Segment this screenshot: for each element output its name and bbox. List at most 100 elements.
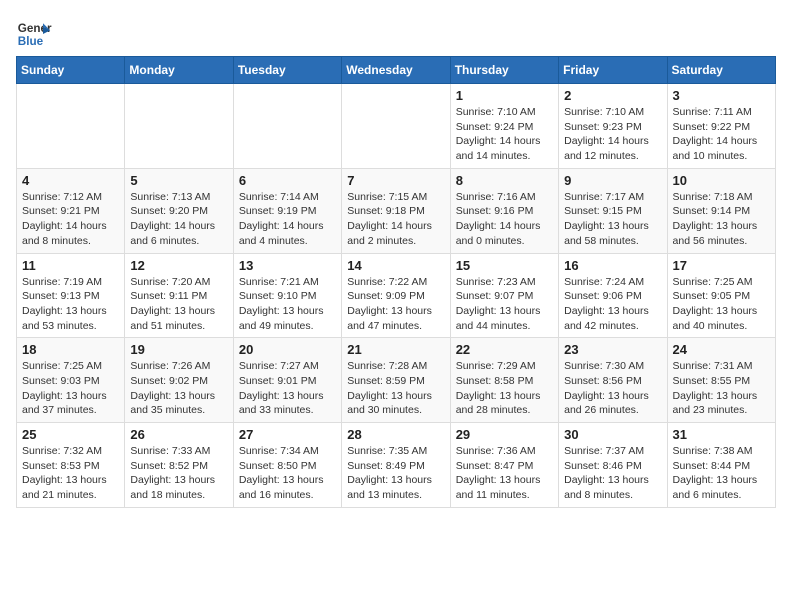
- day-number: 13: [239, 258, 336, 273]
- day-info: Sunrise: 7:34 AM Sunset: 8:50 PM Dayligh…: [239, 444, 336, 503]
- day-number: 26: [130, 427, 227, 442]
- day-number: 17: [673, 258, 770, 273]
- day-info: Sunrise: 7:15 AM Sunset: 9:18 PM Dayligh…: [347, 190, 444, 249]
- day-info: Sunrise: 7:24 AM Sunset: 9:06 PM Dayligh…: [564, 275, 661, 334]
- calendar-cell: 16 Sunrise: 7:24 AM Sunset: 9:06 PM Dayli…: [559, 253, 667, 338]
- calendar-cell: 15 Sunrise: 7:23 AM Sunset: 9:07 PM Dayli…: [450, 253, 558, 338]
- calendar-cell: 11 Sunrise: 7:19 AM Sunset: 9:13 PM Dayli…: [17, 253, 125, 338]
- day-info: Sunrise: 7:18 AM Sunset: 9:14 PM Dayligh…: [673, 190, 770, 249]
- day-number: 9: [564, 173, 661, 188]
- day-info: Sunrise: 7:33 AM Sunset: 8:52 PM Dayligh…: [130, 444, 227, 503]
- calendar-cell: [17, 84, 125, 169]
- day-info: Sunrise: 7:16 AM Sunset: 9:16 PM Dayligh…: [456, 190, 553, 249]
- day-info: Sunrise: 7:37 AM Sunset: 8:46 PM Dayligh…: [564, 444, 661, 503]
- day-info: Sunrise: 7:31 AM Sunset: 8:55 PM Dayligh…: [673, 359, 770, 418]
- day-number: 27: [239, 427, 336, 442]
- column-header-tuesday: Tuesday: [233, 57, 341, 84]
- day-number: 21: [347, 342, 444, 357]
- day-number: 4: [22, 173, 119, 188]
- day-info: Sunrise: 7:28 AM Sunset: 8:59 PM Dayligh…: [347, 359, 444, 418]
- day-number: 29: [456, 427, 553, 442]
- calendar-cell: 29 Sunrise: 7:36 AM Sunset: 8:47 PM Dayli…: [450, 423, 558, 508]
- calendar-cell: 20Sunrise: 7:27 AM Sunset: 9:01 PM Dayli…: [233, 338, 341, 423]
- day-number: 7: [347, 173, 444, 188]
- calendar-cell: 23 Sunrise: 7:30 AM Sunset: 8:56 PM Dayli…: [559, 338, 667, 423]
- calendar-cell: 24 Sunrise: 7:31 AM Sunset: 8:55 PM Dayli…: [667, 338, 775, 423]
- day-number: 15: [456, 258, 553, 273]
- calendar-cell: 2Sunrise: 7:10 AM Sunset: 9:23 PM Daylig…: [559, 84, 667, 169]
- svg-text:Blue: Blue: [18, 35, 44, 48]
- day-number: 18: [22, 342, 119, 357]
- day-number: 1: [456, 88, 553, 103]
- day-number: 23: [564, 342, 661, 357]
- day-number: 12: [130, 258, 227, 273]
- calendar-cell: 10 Sunrise: 7:18 AM Sunset: 9:14 PM Dayli…: [667, 168, 775, 253]
- calendar-cell: 13 Sunrise: 7:21 AM Sunset: 9:10 PM Dayli…: [233, 253, 341, 338]
- calendar-cell: 19 Sunrise: 7:26 AM Sunset: 9:02 PM Dayli…: [125, 338, 233, 423]
- week-row-5: 25 Sunrise: 7:32 AM Sunset: 8:53 PM Dayli…: [17, 423, 776, 508]
- calendar-cell: 27 Sunrise: 7:34 AM Sunset: 8:50 PM Dayli…: [233, 423, 341, 508]
- day-number: 22: [456, 342, 553, 357]
- day-info: Sunrise: 7:23 AM Sunset: 9:07 PM Dayligh…: [456, 275, 553, 334]
- calendar-cell: 14 Sunrise: 7:22 AM Sunset: 9:09 PM Dayli…: [342, 253, 450, 338]
- day-info: Sunrise: 7:19 AM Sunset: 9:13 PM Dayligh…: [22, 275, 119, 334]
- logo: General Blue: [16, 16, 52, 52]
- day-info: Sunrise: 7:14 AM Sunset: 9:19 PM Dayligh…: [239, 190, 336, 249]
- day-number: 10: [673, 173, 770, 188]
- week-row-3: 11 Sunrise: 7:19 AM Sunset: 9:13 PM Dayli…: [17, 253, 776, 338]
- day-info: Sunrise: 7:35 AM Sunset: 8:49 PM Dayligh…: [347, 444, 444, 503]
- calendar-cell: 17 Sunrise: 7:25 AM Sunset: 9:05 PM Dayli…: [667, 253, 775, 338]
- day-info: Sunrise: 7:11 AM Sunset: 9:22 PM Dayligh…: [673, 105, 770, 164]
- day-number: 31: [673, 427, 770, 442]
- day-number: 14: [347, 258, 444, 273]
- day-number: 25: [22, 427, 119, 442]
- day-number: 5: [130, 173, 227, 188]
- week-row-4: 18 Sunrise: 7:25 AM Sunset: 9:03 PM Dayli…: [17, 338, 776, 423]
- day-number: 6: [239, 173, 336, 188]
- week-row-1: 1 Sunrise: 7:10 AM Sunset: 9:24 PM Daylig…: [17, 84, 776, 169]
- day-info: Sunrise: 7:12 AM Sunset: 9:21 PM Dayligh…: [22, 190, 119, 249]
- calendar-cell: 5 Sunrise: 7:13 AM Sunset: 9:20 PM Daylig…: [125, 168, 233, 253]
- day-info: Sunrise: 7:21 AM Sunset: 9:10 PM Dayligh…: [239, 275, 336, 334]
- day-info: Sunrise: 7:10 AM Sunset: 9:24 PM Dayligh…: [456, 105, 553, 164]
- day-number: 8: [456, 173, 553, 188]
- day-info: Sunrise: 7:30 AM Sunset: 8:56 PM Dayligh…: [564, 359, 661, 418]
- calendar-cell: 3Sunrise: 7:11 AM Sunset: 9:22 PM Daylig…: [667, 84, 775, 169]
- day-info: Sunrise: 7:38 AM Sunset: 8:44 PM Dayligh…: [673, 444, 770, 503]
- column-header-saturday: Saturday: [667, 57, 775, 84]
- calendar-cell: 25 Sunrise: 7:32 AM Sunset: 8:53 PM Dayli…: [17, 423, 125, 508]
- day-info: Sunrise: 7:26 AM Sunset: 9:02 PM Dayligh…: [130, 359, 227, 418]
- column-header-wednesday: Wednesday: [342, 57, 450, 84]
- day-number: 28: [347, 427, 444, 442]
- header: General Blue: [16, 16, 776, 52]
- day-info: Sunrise: 7:13 AM Sunset: 9:20 PM Dayligh…: [130, 190, 227, 249]
- column-header-sunday: Sunday: [17, 57, 125, 84]
- day-info: Sunrise: 7:36 AM Sunset: 8:47 PM Dayligh…: [456, 444, 553, 503]
- logo-icon: General Blue: [16, 16, 52, 52]
- calendar-cell: 18 Sunrise: 7:25 AM Sunset: 9:03 PM Dayli…: [17, 338, 125, 423]
- day-number: 30: [564, 427, 661, 442]
- day-number: 16: [564, 258, 661, 273]
- calendar-cell: 7 Sunrise: 7:15 AM Sunset: 9:18 PM Daylig…: [342, 168, 450, 253]
- day-number: 11: [22, 258, 119, 273]
- day-info: Sunrise: 7:29 AM Sunset: 8:58 PM Dayligh…: [456, 359, 553, 418]
- day-info: Sunrise: 7:17 AM Sunset: 9:15 PM Dayligh…: [564, 190, 661, 249]
- calendar-table: SundayMondayTuesdayWednesdayThursdayFrid…: [16, 56, 776, 508]
- day-info: Sunrise: 7:20 AM Sunset: 9:11 PM Dayligh…: [130, 275, 227, 334]
- column-header-thursday: Thursday: [450, 57, 558, 84]
- day-info: Sunrise: 7:22 AM Sunset: 9:09 PM Dayligh…: [347, 275, 444, 334]
- day-info: Sunrise: 7:32 AM Sunset: 8:53 PM Dayligh…: [22, 444, 119, 503]
- day-number: 2: [564, 88, 661, 103]
- calendar-cell: 8 Sunrise: 7:16 AM Sunset: 9:16 PM Daylig…: [450, 168, 558, 253]
- calendar-cell: 21 Sunrise: 7:28 AM Sunset: 8:59 PM Dayli…: [342, 338, 450, 423]
- calendar-cell: [125, 84, 233, 169]
- calendar-cell: 28 Sunrise: 7:35 AM Sunset: 8:49 PM Dayli…: [342, 423, 450, 508]
- day-number: 19: [130, 342, 227, 357]
- calendar-cell: 6 Sunrise: 7:14 AM Sunset: 9:19 PM Daylig…: [233, 168, 341, 253]
- day-number: 24: [673, 342, 770, 357]
- calendar-cell: [233, 84, 341, 169]
- calendar-cell: 22 Sunrise: 7:29 AM Sunset: 8:58 PM Dayli…: [450, 338, 558, 423]
- day-info: Sunrise: 7:25 AM Sunset: 9:03 PM Dayligh…: [22, 359, 119, 418]
- calendar-cell: 26 Sunrise: 7:33 AM Sunset: 8:52 PM Dayli…: [125, 423, 233, 508]
- day-info: Sunrise: 7:25 AM Sunset: 9:05 PM Dayligh…: [673, 275, 770, 334]
